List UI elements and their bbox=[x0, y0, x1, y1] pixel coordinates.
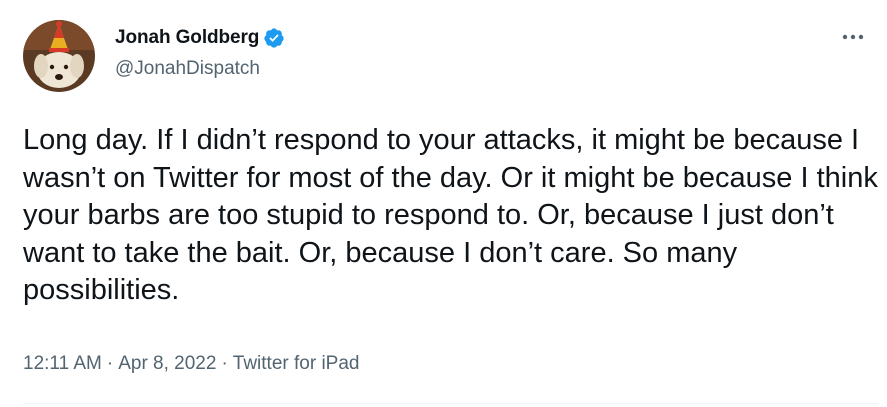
meta-separator: · bbox=[221, 353, 228, 374]
tweet-source[interactable]: Twitter for iPad bbox=[233, 353, 360, 375]
tweet-metadata: 12:11 AM · Apr 8, 2022 · Twitter for iPa… bbox=[23, 353, 360, 375]
author-handle[interactable]: @JonahDispatch bbox=[115, 58, 260, 80]
tweet-date[interactable]: Apr 8, 2022 bbox=[118, 353, 216, 375]
tweet-text: Long day. If I didn’t respond to your at… bbox=[23, 124, 878, 306]
dog-avatar-icon bbox=[23, 20, 95, 92]
author-display-name[interactable]: Jonah Goldberg bbox=[115, 27, 259, 49]
author-name-row: Jonah Goldberg bbox=[115, 27, 285, 49]
verified-badge-icon bbox=[263, 27, 285, 49]
tweet-card: Jonah Goldberg @JonahDispatch Long day. … bbox=[0, 0, 887, 407]
avatar[interactable] bbox=[23, 20, 95, 92]
tweet-time[interactable]: 12:11 AM bbox=[23, 353, 102, 375]
divider bbox=[23, 403, 878, 404]
meta-separator: · bbox=[106, 353, 114, 374]
more-options-icon[interactable] bbox=[838, 26, 868, 48]
